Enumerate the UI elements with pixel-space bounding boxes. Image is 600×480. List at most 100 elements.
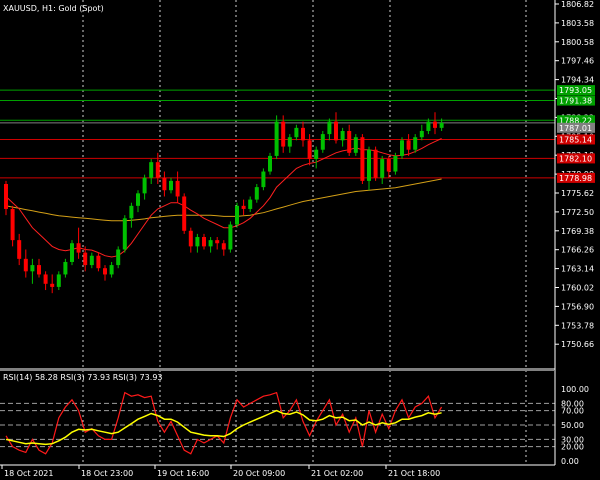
candle-body xyxy=(4,184,8,209)
price-tick-label: 1750.66 xyxy=(561,340,594,349)
rsi-tick-label: 20.00 xyxy=(561,443,584,452)
candle-body xyxy=(208,240,213,247)
candle[interactable] xyxy=(274,115,279,160)
price-tick-label: 1797.46 xyxy=(561,57,594,66)
time-tick-label: 19 Oct 16:00 xyxy=(157,469,209,478)
candle-body xyxy=(155,162,160,178)
price-tick-label: 1753.78 xyxy=(561,321,594,330)
candle-body xyxy=(406,140,411,150)
rsi-tick-label: 100.00 xyxy=(561,385,589,394)
candle-body xyxy=(386,159,391,172)
candle-body xyxy=(109,265,114,275)
candle-body xyxy=(419,130,424,138)
candle-body xyxy=(56,274,61,287)
candle-body xyxy=(301,127,305,141)
candle-body xyxy=(116,249,121,266)
level-tag-label: 1785.14 xyxy=(559,135,592,144)
time-tick-label: 20 Oct 09:00 xyxy=(233,469,285,478)
candle-body xyxy=(142,177,147,194)
candle-body xyxy=(281,121,286,147)
candle-body xyxy=(188,230,193,247)
candle-body xyxy=(327,121,332,135)
chart-background xyxy=(0,0,600,480)
price-tick-label: 1803.58 xyxy=(561,19,594,28)
candle-body xyxy=(23,258,28,272)
candle-body xyxy=(268,155,272,172)
candle-body xyxy=(380,159,385,178)
candle[interactable] xyxy=(320,130,325,153)
price-tick-label: 1794.34 xyxy=(561,76,594,85)
candle-body xyxy=(136,193,140,206)
candle-body xyxy=(89,255,94,266)
price-tick-label: 1769.38 xyxy=(561,227,594,236)
candle-body xyxy=(43,274,48,284)
candle-body xyxy=(241,205,246,209)
candle-body xyxy=(149,162,154,178)
candle[interactable] xyxy=(235,202,239,228)
candle[interactable] xyxy=(393,152,398,175)
price-tick-label: 1775.62 xyxy=(561,189,594,198)
candle[interactable] xyxy=(182,193,187,234)
price-tick-label: 1772.50 xyxy=(561,208,594,217)
level-tag-label: 1787.01 xyxy=(559,124,592,133)
candle[interactable] xyxy=(116,246,121,269)
level-tag-label: 1791.38 xyxy=(559,97,592,106)
candle-body xyxy=(235,205,239,225)
candle-body xyxy=(162,177,167,191)
candle[interactable] xyxy=(70,240,74,266)
candle-body xyxy=(17,240,22,259)
candle-body xyxy=(274,121,279,156)
candle-body xyxy=(215,240,220,244)
candle-body xyxy=(10,208,15,241)
candle-body xyxy=(63,261,68,275)
candle[interactable] xyxy=(261,168,266,191)
chart-symbol-label: XAUUSD, H1: Gold (Spot) xyxy=(3,4,104,13)
price-tick-label: 1800.58 xyxy=(561,38,594,47)
time-tick-label: 18 Oct 23:00 xyxy=(81,469,133,478)
candle-body xyxy=(221,243,226,250)
candle-body xyxy=(367,149,371,181)
candle-body xyxy=(433,121,437,128)
level-tag-label: 1778.98 xyxy=(559,174,592,183)
candle[interactable] xyxy=(373,146,378,181)
candle-body xyxy=(426,121,431,131)
candle-body xyxy=(347,130,352,153)
candle-body xyxy=(175,180,180,197)
candle-body xyxy=(96,255,101,269)
trading-chart-window[interactable]: 1806.82 1803.58 1800.58 1797.46 1794.34 1791.… xyxy=(0,0,600,480)
candle-body xyxy=(261,171,266,188)
candle[interactable] xyxy=(400,137,404,160)
candle-body xyxy=(169,180,173,191)
candle-body xyxy=(353,137,358,153)
candle-body xyxy=(76,243,81,253)
candle-body xyxy=(360,137,365,181)
candle-body xyxy=(248,199,253,209)
time-tick-label: 21 Oct 18:00 xyxy=(388,469,440,478)
candle-body xyxy=(307,140,312,160)
candle[interactable] xyxy=(360,134,365,184)
candle-body xyxy=(122,218,127,250)
time-tick-label: 21 Oct 02:00 xyxy=(311,469,363,478)
candle-body xyxy=(70,243,74,262)
candle-body xyxy=(129,205,134,219)
chart-canvas[interactable]: 1806.82 1803.58 1800.58 1797.46 1794.34 1791.… xyxy=(0,0,600,480)
candle-body xyxy=(195,237,200,247)
candle-body xyxy=(228,224,233,250)
price-tick-label: 1763.14 xyxy=(561,265,594,274)
candle-body xyxy=(413,137,418,150)
level-tag-label: 1782.10 xyxy=(559,154,592,163)
rsi-tick-label: 70.00 xyxy=(561,407,584,416)
candle-body xyxy=(83,252,88,266)
price-tick-label: 1760.02 xyxy=(561,284,594,293)
candle[interactable] xyxy=(122,215,127,253)
rsi-tick-label: 0.00 xyxy=(561,457,579,466)
candle-body xyxy=(320,134,325,150)
price-tick-label: 1766.26 xyxy=(561,246,594,255)
candle[interactable] xyxy=(268,152,272,175)
candle[interactable] xyxy=(353,134,358,156)
candle-body xyxy=(254,187,259,200)
candle-body xyxy=(400,140,404,156)
candle-body xyxy=(30,265,35,272)
candle[interactable] xyxy=(228,221,233,253)
rsi-tick-label: 50.00 xyxy=(561,421,584,430)
